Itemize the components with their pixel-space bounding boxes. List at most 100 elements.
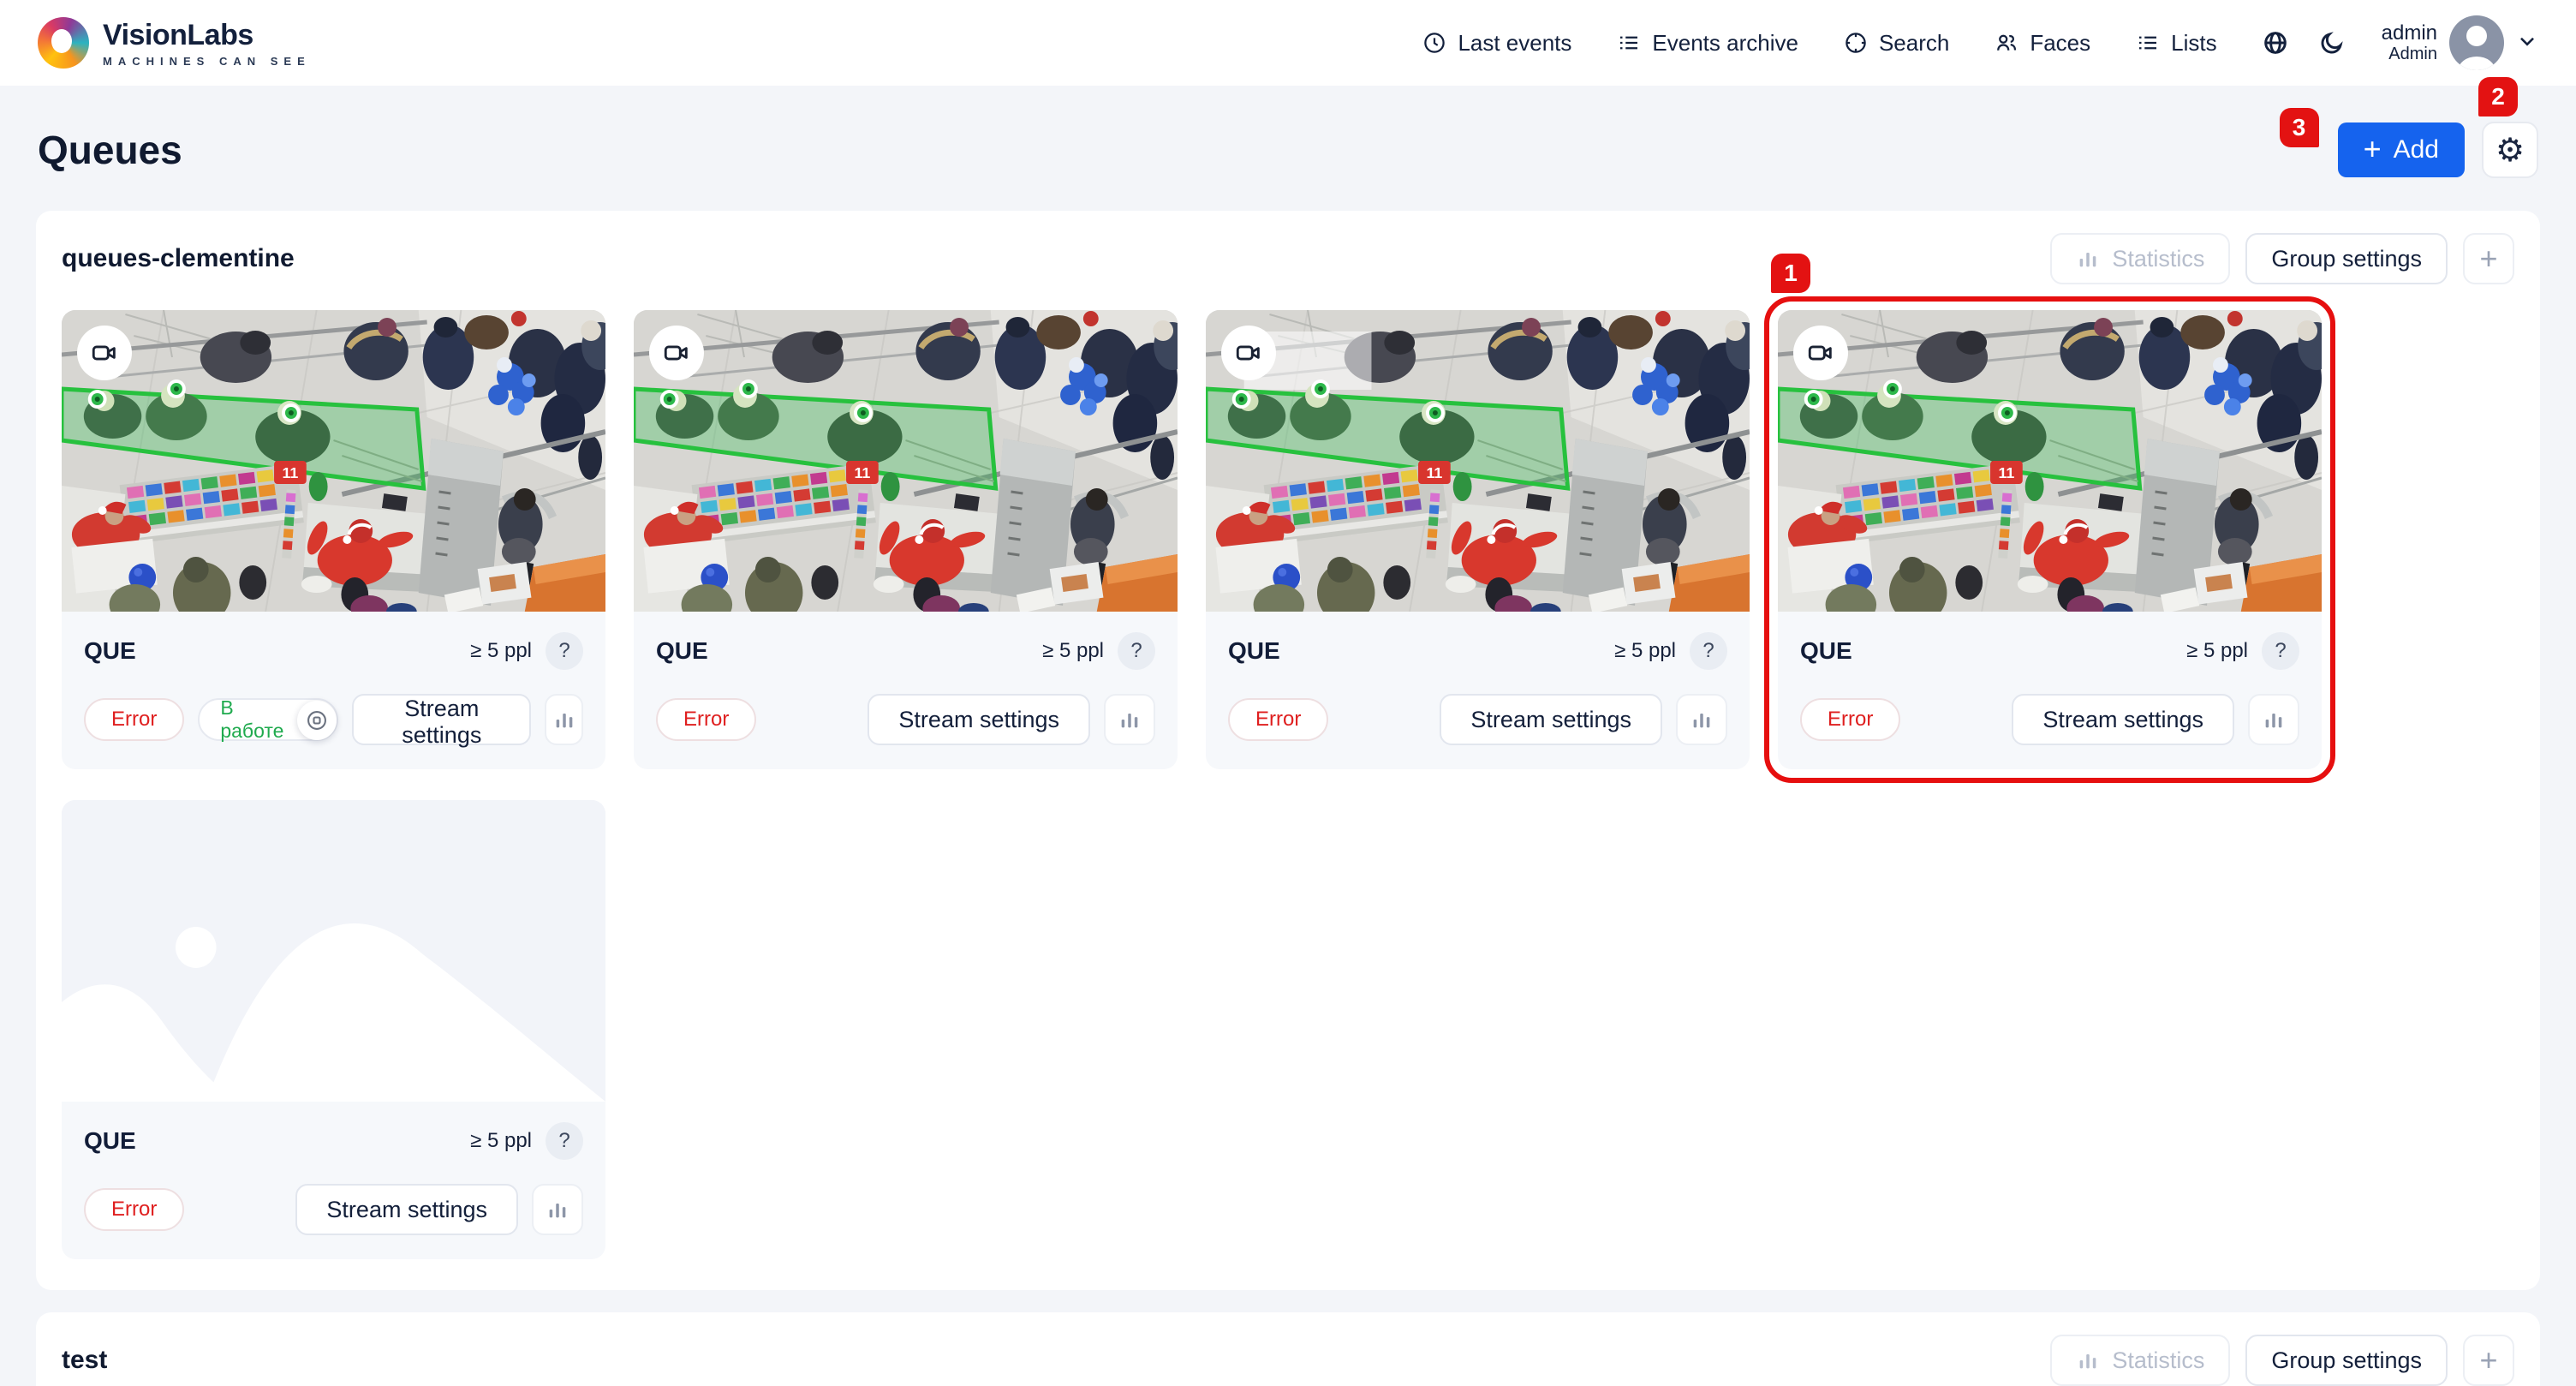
help-badge[interactable]: ? — [546, 1122, 583, 1160]
brand-tagline: MACHINES CAN SEE — [103, 55, 311, 68]
svg-text:11: 11 — [1998, 464, 2014, 481]
people-threshold: ≥ 5 ppl — [470, 1129, 532, 1153]
stop-icon — [305, 708, 329, 732]
status-badge-error: Error — [656, 698, 756, 741]
stream-statistics-button[interactable] — [1104, 694, 1155, 745]
nav-item-label: Search — [1879, 30, 1949, 57]
bar-chart-icon — [1690, 708, 1714, 732]
nav-controls: admin Admin — [2262, 15, 2538, 70]
gear-icon: ⚙ — [2496, 131, 2525, 170]
statistics-label: Statistics — [2112, 246, 2204, 272]
help-badge[interactable]: ? — [1690, 632, 1727, 670]
camera-icon — [77, 326, 132, 380]
queue-title: QUE — [84, 637, 136, 665]
dark-mode-moon-icon[interactable] — [2318, 29, 2346, 57]
visionlabs-logo-icon — [38, 17, 89, 69]
group-settings-label: Group settings — [2271, 1347, 2422, 1374]
chevron-down-icon[interactable] — [2516, 30, 2538, 57]
stream-preview[interactable]: 11 — [62, 310, 605, 612]
status-badge-error: Error — [1800, 698, 1900, 741]
svg-text:11: 11 — [1426, 464, 1442, 481]
nav-item-last-events[interactable]: Last events — [1422, 30, 1571, 57]
bar-chart-icon — [1118, 708, 1142, 732]
bar-chart-icon — [552, 708, 576, 732]
stream-settings-button[interactable]: Stream settings — [1440, 694, 1662, 745]
nav-item-label: Faces — [2030, 30, 2090, 57]
in-progress-label: В работе — [220, 696, 283, 743]
navbar: VisionLabs MACHINES CAN SEE Last events … — [0, 0, 2576, 86]
page-header: Queues 3 2 + Add ⚙ — [0, 86, 2576, 188]
status-badge-error: Error — [84, 698, 184, 741]
add-button[interactable]: + Add — [2338, 122, 2465, 177]
stream-statistics-button[interactable] — [532, 1184, 583, 1235]
avatar[interactable] — [2449, 15, 2504, 70]
queue-card-highlighted: 1 — [1778, 310, 2322, 769]
nav-item-label: Last events — [1458, 30, 1571, 57]
group-title: queues-clementine — [62, 244, 295, 273]
nav-item-lists[interactable]: Lists — [2135, 30, 2216, 57]
status-badge-in-progress: В работе — [198, 698, 338, 741]
language-globe-icon[interactable] — [2262, 29, 2289, 57]
svg-text:11: 11 — [854, 464, 870, 481]
group-add-button[interactable]: + — [2463, 233, 2514, 284]
annotation-badge-1: 1 — [1771, 254, 1810, 293]
cards-grid: 11 QUE — [62, 310, 2514, 1259]
stream-preview[interactable]: 11 — [1206, 310, 1750, 612]
annotation-badge-2: 2 — [2478, 77, 2518, 116]
queue-title: QUE — [656, 637, 708, 665]
people-icon — [1994, 30, 2019, 56]
group-queues-clementine: queues-clementine Statistics Group setti… — [36, 211, 2540, 1290]
stream-settings-button[interactable]: Stream settings — [2012, 694, 2234, 745]
group-add-button[interactable]: + — [2463, 1335, 2514, 1386]
help-badge[interactable]: ? — [1118, 632, 1155, 670]
group-settings-button[interactable]: Group settings — [2245, 1335, 2448, 1386]
statistics-button[interactable]: Statistics — [2050, 1335, 2230, 1386]
stop-button[interactable] — [297, 701, 337, 740]
queue-card: 11 QUE — [62, 310, 605, 769]
user-menu[interactable]: admin Admin — [2382, 15, 2538, 70]
bar-chart-icon — [546, 1198, 569, 1222]
stream-statistics-button[interactable] — [2248, 694, 2299, 745]
nav-item-faces[interactable]: Faces — [1994, 30, 2090, 57]
statistics-button[interactable]: Statistics — [2050, 233, 2230, 284]
stream-settings-button[interactable]: Stream settings — [295, 1184, 518, 1235]
nav-item-label: Events archive — [1652, 30, 1798, 57]
group-settings-button[interactable]: Group settings — [2245, 233, 2448, 284]
people-threshold: ≥ 5 ppl — [470, 639, 532, 663]
bar-chart-icon — [2076, 1348, 2100, 1372]
stream-preview-placeholder[interactable] — [62, 800, 605, 1102]
nav-item-label: Lists — [2171, 30, 2216, 57]
svg-text:11: 11 — [282, 464, 298, 481]
plus-icon: + — [2364, 134, 2382, 164]
nav-item-search[interactable]: Search — [1843, 30, 1949, 57]
stream-statistics-button[interactable] — [545, 694, 583, 745]
stream-preview[interactable]: 11 — [634, 310, 1178, 612]
people-threshold: ≥ 5 ppl — [1614, 639, 1676, 663]
queue-title: QUE — [1800, 637, 1852, 665]
stream-settings-button[interactable]: Stream settings — [352, 694, 531, 745]
plus-icon: + — [2479, 241, 2497, 277]
camera-icon — [649, 326, 704, 380]
settings-button[interactable]: ⚙ — [2482, 122, 2538, 178]
list-icon — [2135, 30, 2161, 56]
queue-title: QUE — [1228, 637, 1280, 665]
brand-logo[interactable]: VisionLabs MACHINES CAN SEE — [38, 17, 311, 69]
app: VisionLabs MACHINES CAN SEE Last events … — [0, 0, 2576, 1386]
group-settings-label: Group settings — [2271, 246, 2422, 272]
user-name: admin — [2382, 21, 2437, 45]
camera-icon — [1793, 326, 1848, 380]
help-badge[interactable]: ? — [546, 632, 583, 670]
queue-card: 11 QUE — [634, 310, 1178, 769]
people-threshold: ≥ 5 ppl — [2186, 639, 2248, 663]
queue-card: QUE ≥ 5 ppl ? Error Stream settings — [62, 800, 605, 1259]
stream-preview[interactable]: 11 — [1778, 310, 2322, 612]
stream-statistics-button[interactable] — [1676, 694, 1727, 745]
header-actions: 3 2 + Add ⚙ — [2338, 122, 2538, 178]
help-badge[interactable]: ? — [2262, 632, 2299, 670]
nav-item-events-archive[interactable]: Events archive — [1616, 30, 1798, 57]
statistics-label: Statistics — [2112, 1347, 2204, 1374]
clock-icon — [1422, 30, 1447, 56]
stream-settings-button[interactable]: Stream settings — [868, 694, 1090, 745]
bar-chart-icon — [2262, 708, 2286, 732]
page-title: Queues — [38, 127, 182, 173]
